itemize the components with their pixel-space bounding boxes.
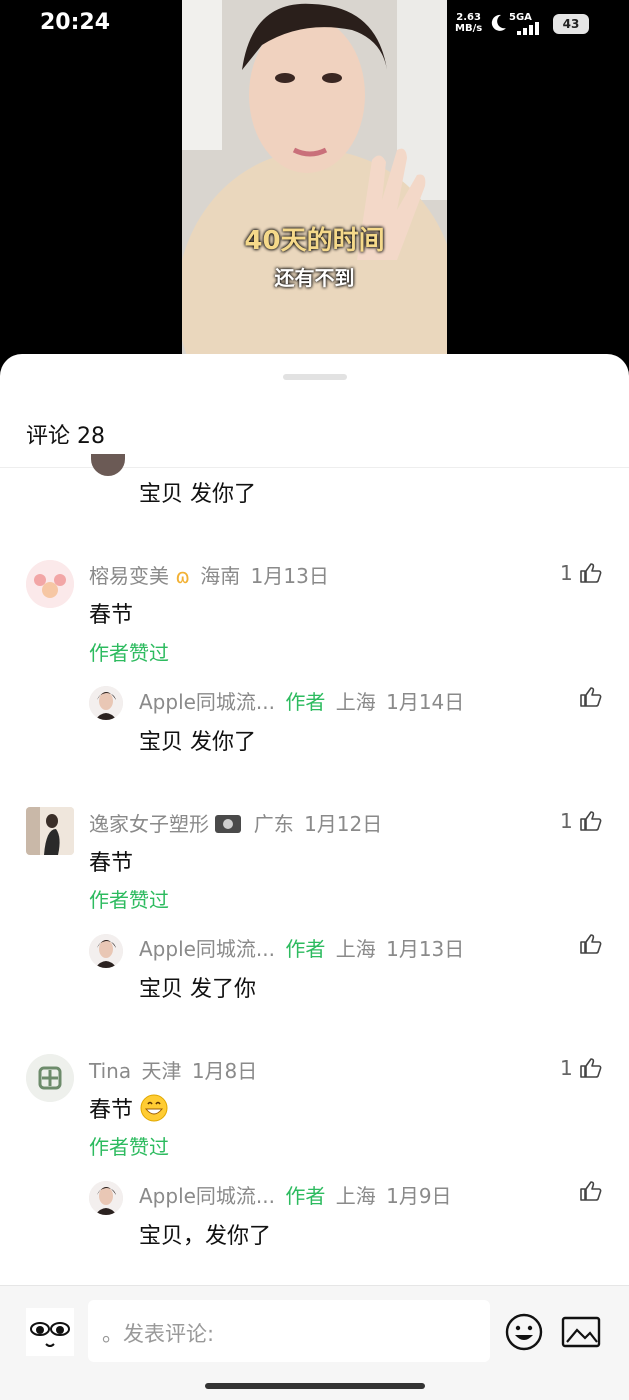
avatar[interactable]	[89, 686, 123, 720]
reply-date: 1月9日	[386, 1184, 452, 1208]
comment-meta: 榕易变美 ɷ 海南 1月13日	[89, 560, 329, 589]
moon-icon	[491, 14, 506, 31]
avatar[interactable]	[26, 1054, 74, 1102]
author-tag: 作者	[285, 1184, 326, 1208]
comment-region: 海南	[200, 564, 241, 588]
author-tag: 作者	[285, 937, 326, 961]
thumbs-up-icon[interactable]	[579, 933, 603, 955]
like-count: 1	[560, 561, 573, 585]
comment-region: 广东	[253, 812, 294, 836]
comment-meta: Tina 天津 1月8日	[89, 1055, 257, 1084]
replier-name[interactable]: Apple同城流...	[139, 1184, 275, 1208]
reply-text: 宝贝 发你了	[139, 482, 256, 507]
video-caption-sub: 还有不到	[274, 266, 355, 290]
commenter-name[interactable]: Tina	[89, 1059, 131, 1083]
comment-date: 1月13日	[250, 564, 329, 588]
reply-meta: Apple同城流... 作者 上海 1月13日	[139, 933, 464, 962]
grinning-emoji-icon	[140, 1094, 168, 1122]
smiley-icon[interactable]	[504, 1312, 544, 1352]
author-tag: 作者	[285, 690, 326, 714]
comment-text: 春节	[89, 1092, 168, 1124]
home-indicator[interactable]	[205, 1383, 425, 1389]
avatar[interactable]	[89, 1181, 123, 1215]
comment-text-content: 春节	[89, 1098, 134, 1123]
replier-name[interactable]: Apple同城流...	[139, 937, 275, 961]
comments-sheet: 评论 28 宝贝 发你了 榕易变美 ɷ 海南 1月13日 1 春节 作者赞过 A…	[0, 354, 629, 1399]
reply-text: 宝贝 发你了	[139, 730, 256, 755]
image-icon[interactable]	[561, 1316, 601, 1348]
reply-date: 1月13日	[386, 937, 465, 961]
comments-title: 评论 28	[26, 424, 105, 449]
commenter-name[interactable]: 逸家女子塑形	[89, 812, 209, 836]
comment-input[interactable]: 。发表评论:	[88, 1300, 490, 1362]
comment-composer-bar: 。发表评论:	[0, 1285, 629, 1400]
thumbs-up-icon[interactable]	[579, 1057, 603, 1079]
comment-date: 1月8日	[191, 1059, 258, 1083]
reply-region: 上海	[335, 937, 376, 961]
video-frame	[182, 0, 447, 355]
comment-date: 1月12日	[304, 812, 383, 836]
camera-icon	[215, 815, 242, 833]
replier-name[interactable]: Apple同城流...	[139, 690, 275, 714]
comment-region: 天津	[141, 1059, 182, 1083]
reply-meta: Apple同城流... 作者 上海 1月14日	[139, 686, 464, 715]
status-time: 20:24	[40, 10, 111, 35]
thumbs-up-icon[interactable]	[579, 1180, 603, 1202]
avatar[interactable]	[91, 454, 125, 476]
thumbs-up-icon[interactable]	[579, 686, 603, 708]
author-liked-label: 作者赞过	[89, 888, 169, 912]
like-count: 1	[560, 1056, 573, 1080]
signal-icon	[517, 22, 539, 35]
reply-region: 上海	[335, 690, 376, 714]
video-caption-main: 40天的时间	[244, 226, 385, 256]
author-liked-label: 作者赞过	[89, 1135, 169, 1159]
speed-value: 2.63	[456, 12, 481, 23]
sheet-drag-handle[interactable]	[283, 374, 347, 380]
battery-indicator: 43	[553, 14, 589, 34]
butterfly-icon: ɷ	[175, 564, 190, 588]
eyes-icon[interactable]	[26, 1308, 74, 1356]
avatar[interactable]	[26, 560, 74, 608]
commenter-name[interactable]: 榕易变美	[89, 564, 169, 588]
avatar[interactable]	[26, 807, 74, 855]
speed-unit: MB/s	[455, 23, 483, 34]
comment-input-placeholder: 。发表评论:	[102, 1322, 215, 1346]
comment-text: 春节	[89, 851, 134, 876]
thumbs-up-icon[interactable]	[579, 562, 603, 584]
like-count: 1	[560, 809, 573, 833]
avatar[interactable]	[89, 934, 123, 968]
reply-text: 宝贝，发你了	[139, 1224, 272, 1249]
video-preview[interactable]: 40天的时间 还有不到	[182, 0, 447, 355]
reply-meta: Apple同城流... 作者 上海 1月9日	[139, 1180, 452, 1209]
author-liked-label: 作者赞过	[89, 641, 169, 665]
thumbs-up-icon[interactable]	[579, 810, 603, 832]
network-speed: 2.63 MB/s	[455, 12, 482, 34]
reply-text: 宝贝 发了你	[139, 977, 256, 1002]
reply-date: 1月14日	[386, 690, 465, 714]
comment-text: 春节	[89, 603, 134, 628]
reply-region: 上海	[335, 1184, 376, 1208]
comment-meta: 逸家女子塑形 广东 1月12日	[89, 808, 382, 837]
